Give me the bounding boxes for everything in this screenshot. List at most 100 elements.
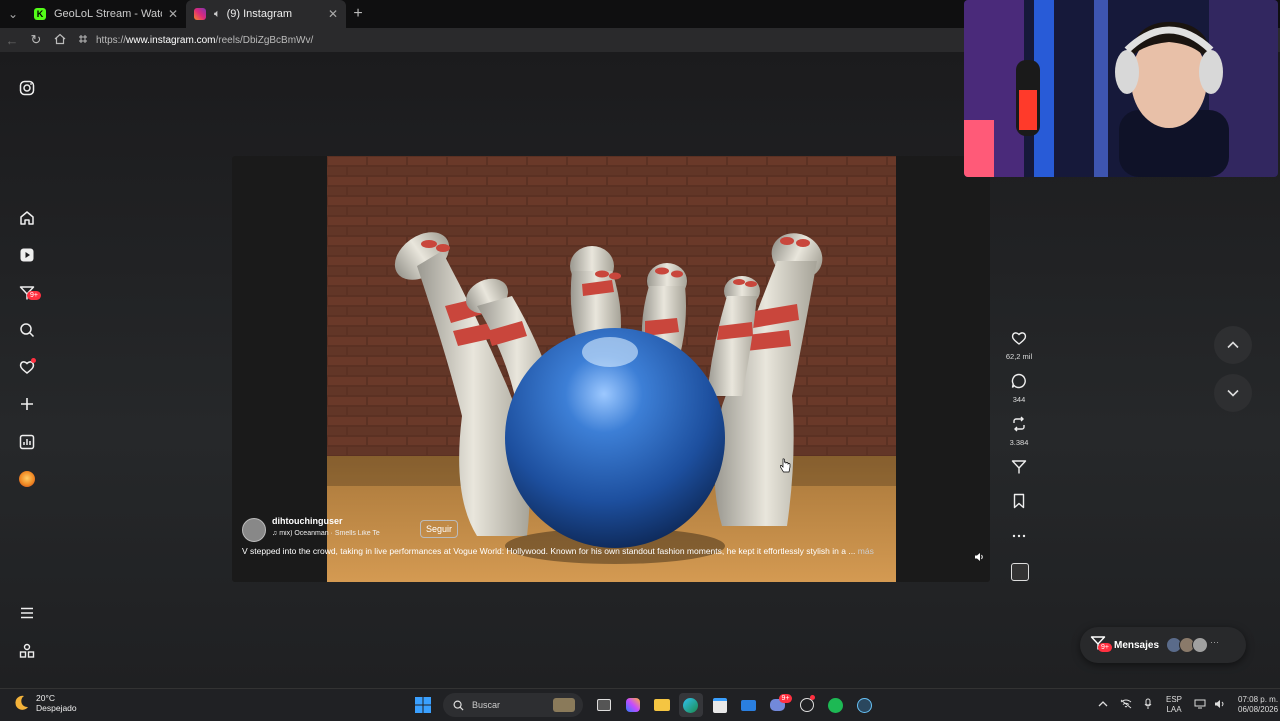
avatar xyxy=(1192,637,1209,653)
url-host: www.instagram.com xyxy=(126,34,216,46)
speaker-icon[interactable]: 🔈︎ xyxy=(214,8,221,21)
audio-thumbnail[interactable] xyxy=(1011,563,1029,581)
repost-button[interactable]: 3.384 xyxy=(1000,416,1038,447)
new-tab-button[interactable]: + xyxy=(346,5,370,23)
close-tab-icon[interactable]: ✕ xyxy=(328,7,338,21)
next-reel-button[interactable] xyxy=(1214,374,1252,412)
discord-icon[interactable]: 9+ xyxy=(766,693,793,717)
heart-icon xyxy=(1011,332,1027,345)
save-button[interactable] xyxy=(1000,493,1038,514)
system-tray: ESP LAA 07:08 p. m. 06/08/2026 xyxy=(1092,693,1280,717)
messages-badge: 9+ xyxy=(1098,642,1112,652)
reel-caption: V stepped into the crowd, taking in live… xyxy=(242,546,874,556)
caption-more-link[interactable]: más xyxy=(858,546,874,556)
notifications-icon[interactable] xyxy=(17,357,37,377)
clock-time: 07:08 p. m. xyxy=(1238,695,1279,704)
close-tab-icon[interactable]: ✕ xyxy=(168,7,178,21)
audio-track-name: mix) Oceanman · Smells Like Te xyxy=(279,530,380,537)
home-icon[interactable] xyxy=(17,208,37,228)
back-icon[interactable]: ← xyxy=(0,33,24,48)
home-icon[interactable] xyxy=(48,33,72,48)
discord-badge: 9+ xyxy=(778,694,793,703)
display-icon[interactable] xyxy=(1194,699,1206,711)
menu-icon[interactable] xyxy=(17,603,37,623)
repost-count: 3.384 xyxy=(1009,438,1029,447)
like-button[interactable]: 62,2 mil xyxy=(1000,330,1038,361)
reel-player[interactable]: dihtouchinguser ♫ mix) Oceanman · Smells… xyxy=(232,156,990,582)
search-icon xyxy=(453,700,464,711)
share-button[interactable] xyxy=(1000,459,1038,480)
streamer-webcam-image xyxy=(964,0,1278,177)
bookmark-icon xyxy=(1013,493,1025,509)
notifications-dot xyxy=(31,358,36,363)
windows-logo-icon xyxy=(414,697,431,713)
search-icon[interactable] xyxy=(17,320,37,340)
volume-icon[interactable] xyxy=(1214,699,1226,711)
previous-reel-button[interactable] xyxy=(1214,326,1252,364)
start-button[interactable] xyxy=(411,693,435,717)
kick-favicon-icon: K xyxy=(34,8,46,20)
github-icon[interactable] xyxy=(795,693,819,717)
reel-info-overlay: dihtouchinguser ♫ mix) Oceanman · Smells… xyxy=(242,512,984,582)
copilot-icon[interactable] xyxy=(621,693,645,717)
dashboard-icon[interactable] xyxy=(17,432,37,452)
spotify-icon[interactable] xyxy=(824,693,848,717)
author-username[interactable]: dihtouchinguser xyxy=(272,516,343,526)
microphone-icon[interactable] xyxy=(1144,698,1152,712)
tab-actions-menu-icon[interactable]: ⌄ xyxy=(0,0,26,28)
more-options-button[interactable] xyxy=(1000,528,1038,549)
keyboard-layout: LAA xyxy=(1166,705,1182,714)
language-code: ESP xyxy=(1166,695,1183,704)
input-language[interactable]: ESP LAA xyxy=(1166,695,1182,715)
reload-icon[interactable]: ↻ xyxy=(24,32,48,48)
create-icon[interactable] xyxy=(17,394,37,414)
file-explorer-icon[interactable] xyxy=(650,693,674,717)
repost-icon xyxy=(1013,416,1025,432)
notification-dot xyxy=(809,695,815,700)
weather-temperature: 20°C xyxy=(36,693,55,703)
clock-date: 06/08/2026 xyxy=(1238,705,1279,714)
tab-title: (9) Instagram xyxy=(226,8,293,20)
instagram-logo-icon[interactable] xyxy=(17,78,37,98)
hand-cursor-icon xyxy=(780,458,791,473)
comment-count: 344 xyxy=(1012,395,1026,404)
follow-button[interactable]: Seguir xyxy=(420,520,459,538)
like-count: 62,2 mil xyxy=(1005,352,1033,361)
chevron-up-icon[interactable] xyxy=(1098,699,1108,711)
instagram-favicon-icon xyxy=(194,8,206,20)
task-view-icon[interactable] xyxy=(592,693,616,717)
search-placeholder: Buscar xyxy=(472,700,501,710)
microsoft-store-icon[interactable] xyxy=(708,693,732,717)
sidebar: 9+ xyxy=(0,52,54,688)
messages-icon[interactable]: 9+ xyxy=(17,283,41,303)
profile-avatar[interactable] xyxy=(17,469,37,489)
tab-instagram[interactable]: 🔈︎ (9) Instagram ✕ xyxy=(186,0,346,28)
mail-icon[interactable] xyxy=(737,693,761,717)
share-icon xyxy=(1011,460,1027,474)
comment-icon xyxy=(1011,373,1026,389)
also-from-meta-icon[interactable] xyxy=(17,641,37,661)
site-info-icon[interactable] xyxy=(78,34,88,47)
edge-browser-icon[interactable] xyxy=(678,693,703,717)
tab-title: GeoLoL Stream - Watch Live o xyxy=(54,8,162,20)
author-avatar[interactable] xyxy=(242,518,266,542)
reels-icon[interactable] xyxy=(17,245,37,265)
messages-button[interactable]: 9+ Mensajes ··· xyxy=(1080,627,1246,663)
audio-track[interactable]: ♫ mix) Oceanman · Smells Like Te xyxy=(272,530,407,537)
mute-toggle-icon[interactable] xyxy=(974,552,984,564)
url-prefix: https:// xyxy=(96,34,127,46)
moon-icon xyxy=(15,695,28,710)
chevron-down-icon xyxy=(1227,389,1239,397)
search-highlight-image xyxy=(553,698,575,712)
more-dots-icon xyxy=(1012,534,1026,538)
taskbar-clock[interactable]: 07:08 p. m. 06/08/2026 xyxy=(1238,695,1278,715)
network-off-icon[interactable] xyxy=(1120,699,1132,711)
comment-button[interactable]: 344 xyxy=(1000,373,1038,404)
tab-geolol-stream[interactable]: K GeoLoL Stream - Watch Live o ✕ xyxy=(26,0,186,28)
message-avatars: ··· xyxy=(1166,637,1219,653)
taskbar-search-input[interactable]: Buscar xyxy=(443,693,583,717)
caption-text: V stepped into the crowd, taking in live… xyxy=(242,546,856,556)
steam-icon[interactable] xyxy=(853,693,877,717)
messages-label: Mensajes xyxy=(1114,639,1160,651)
weather-widget[interactable]: 20°C Despejado xyxy=(12,693,77,713)
